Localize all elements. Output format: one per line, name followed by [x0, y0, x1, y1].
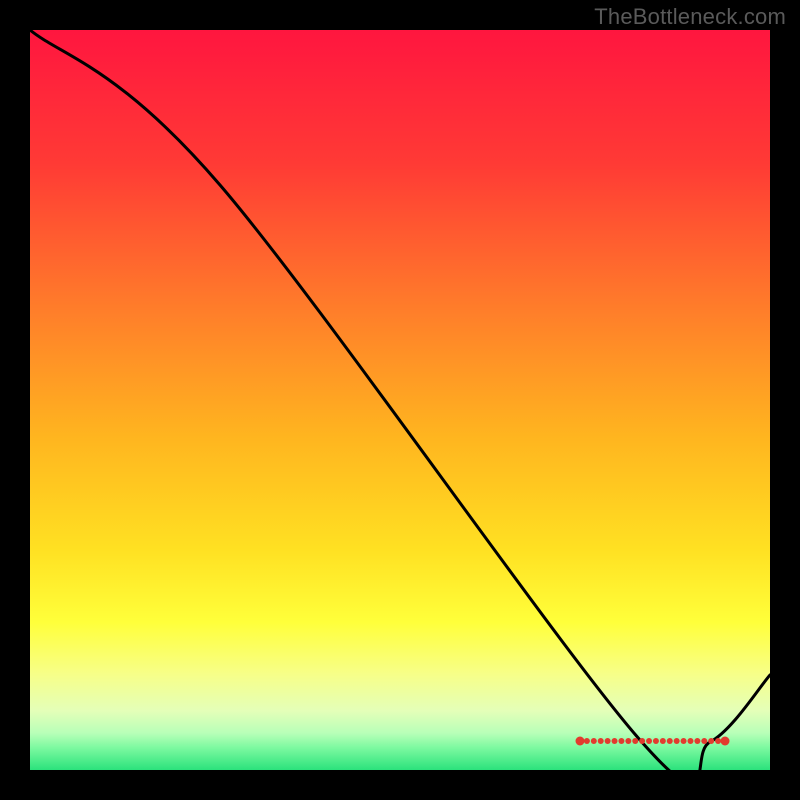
marker-dot	[576, 737, 585, 746]
marker-dot	[598, 738, 604, 744]
watermark-text: TheBottleneck.com	[594, 4, 786, 30]
marker-dot	[653, 738, 659, 744]
marker-dot	[632, 738, 638, 744]
marker-dot	[681, 738, 687, 744]
marker-dot	[625, 738, 631, 744]
marker-dot	[674, 738, 680, 744]
marker-dot	[584, 738, 590, 744]
marker-dot	[701, 738, 707, 744]
marker-dot	[687, 738, 693, 744]
marker-dot	[639, 738, 645, 744]
marker-dot	[605, 738, 611, 744]
marker-dot	[646, 738, 652, 744]
marker-dot	[721, 737, 730, 746]
marker-dot	[618, 738, 624, 744]
marker-dot	[694, 738, 700, 744]
marker-dot	[660, 738, 666, 744]
chart-canvas: TheBottleneck.com	[0, 0, 800, 800]
marker-dot	[708, 738, 714, 744]
bottleneck-curve	[30, 30, 770, 784]
plot-area	[30, 30, 770, 770]
marker-dot	[612, 738, 618, 744]
marker-dot	[591, 738, 597, 744]
marker-dot	[667, 738, 673, 744]
curve-layer	[30, 30, 770, 770]
marker-dot	[715, 738, 721, 744]
